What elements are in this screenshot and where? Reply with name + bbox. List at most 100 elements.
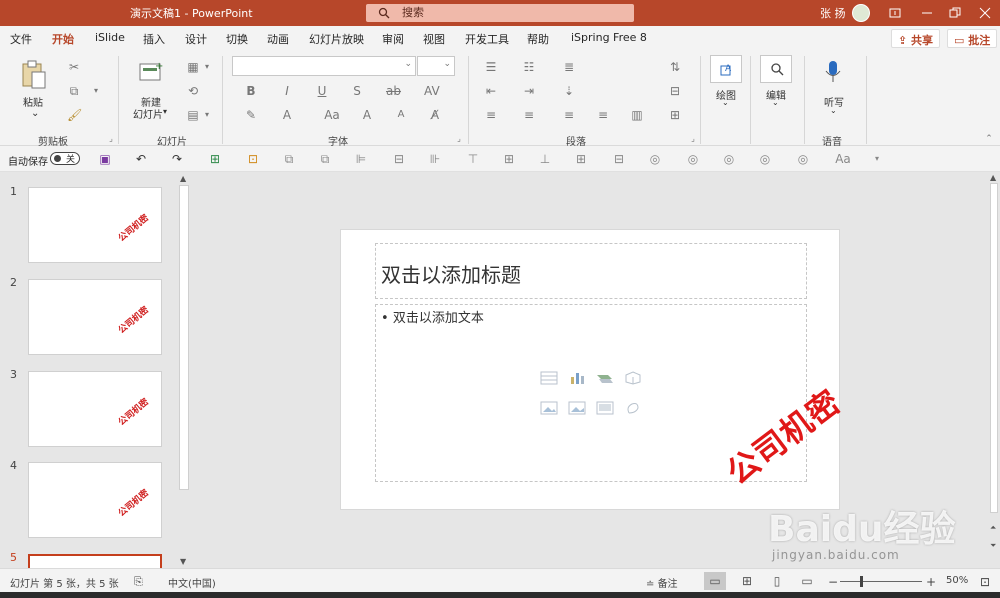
italic-icon[interactable]: I <box>280 84 294 98</box>
close-icon[interactable] <box>976 4 994 22</box>
insert-online-picture-icon[interactable] <box>568 401 586 415</box>
align-text-icon[interactable]: ⊟ <box>668 84 682 98</box>
subtract-icon[interactable]: ◎ <box>796 152 810 166</box>
new-slide-dropdown-icon[interactable]: ▾ <box>163 107 167 116</box>
insert-3d-model-icon[interactable] <box>624 371 642 385</box>
insert-chart-icon[interactable] <box>568 371 586 385</box>
fragment-icon[interactable]: ◎ <box>722 152 736 166</box>
layout-icon[interactable]: ▦ <box>186 60 200 74</box>
title-placeholder[interactable]: 双击以添加标题 <box>375 243 807 299</box>
undo-icon[interactable]: ↶ <box>134 152 148 166</box>
copy-icon[interactable]: ⧉ <box>67 84 81 98</box>
autosave-toggle[interactable]: 关 <box>50 152 80 165</box>
distribute-icon[interactable]: ▥ <box>630 108 644 122</box>
scroll-up-icon[interactable]: ▲ <box>180 174 186 183</box>
insert-table-icon[interactable] <box>540 371 558 385</box>
zoom-slider[interactable] <box>840 576 922 587</box>
cut-icon[interactable]: ✂ <box>67 60 81 74</box>
distribute-h-icon[interactable]: ⊞ <box>574 152 588 166</box>
reset-icon[interactable]: ⟲ <box>186 84 200 98</box>
insert-smartart-icon[interactable] <box>596 371 614 385</box>
tab-insert[interactable]: 插入 <box>143 31 165 47</box>
new-slide-icon[interactable]: + <box>138 60 164 84</box>
font-color-icon[interactable]: A <box>280 108 294 122</box>
tab-developer[interactable]: 开发工具 <box>465 31 509 47</box>
union-icon[interactable]: ◎ <box>648 152 662 166</box>
numbering-icon[interactable]: ☷ <box>522 60 536 74</box>
tab-file[interactable]: 文件 <box>10 31 32 47</box>
slideshow-icon[interactable]: ▭ <box>796 572 818 590</box>
font-size-combo[interactable]: ⌄ <box>417 56 455 76</box>
bullets-icon[interactable]: ☰ <box>484 60 498 74</box>
save-icon[interactable]: ▣ <box>98 152 112 166</box>
paste-label[interactable]: 粘贴 <box>23 94 43 109</box>
redo-icon[interactable]: ↷ <box>170 152 184 166</box>
dictate-dropdown-icon[interactable]: ⌄ <box>830 106 837 115</box>
zoom-level[interactable]: 50% <box>946 575 968 586</box>
align-left-icon[interactable]: ≡ <box>484 108 498 122</box>
layout-dropdown-icon[interactable]: ▾ <box>200 60 214 74</box>
canvas-scrollbar[interactable]: ▲ ⏶ ⏷ <box>988 173 1000 568</box>
ribbon-display-icon[interactable] <box>886 4 904 22</box>
slide-thumbnail-1[interactable]: 公司机密 <box>28 187 162 263</box>
section-dropdown-icon[interactable]: ▾ <box>200 108 214 122</box>
format-painter-icon[interactable]: 🖌 <box>67 108 82 122</box>
minimize-icon[interactable] <box>918 4 936 22</box>
normal-view-icon[interactable]: ▭ <box>704 572 726 590</box>
justify-icon[interactable]: ≡ <box>596 108 610 122</box>
paragraph-launcher-icon[interactable]: ⌟ <box>686 132 700 146</box>
align-center-obj-icon[interactable]: ⊟ <box>392 152 406 166</box>
new-slide-label-2[interactable]: 幻灯片 <box>133 106 163 121</box>
from-start-icon[interactable]: ⊞ <box>208 152 222 166</box>
thumbnails-scrollbar[interactable]: ▲ ▼ <box>177 173 191 568</box>
align-top-icon[interactable]: ⊤ <box>466 152 480 166</box>
collapse-ribbon-icon[interactable]: ⌃ <box>982 132 996 146</box>
zoom-out-icon[interactable]: − <box>828 575 838 589</box>
underline-icon[interactable]: U <box>315 84 329 98</box>
tab-slideshow[interactable]: 幻灯片放映 <box>309 31 364 47</box>
select-icon[interactable]: ⊡ <box>246 152 260 166</box>
tab-ispring[interactable]: iSpring Free 8 <box>571 31 647 44</box>
section-icon[interactable]: ▤ <box>186 108 200 122</box>
clear-format-icon[interactable]: A̸ <box>428 108 442 122</box>
chevron-down-icon[interactable]: ⌄ <box>443 59 451 69</box>
previous-slide-icon[interactable]: ⏶ <box>990 523 996 533</box>
align-middle-icon[interactable]: ⊞ <box>502 152 516 166</box>
tab-islide[interactable]: iSlide <box>95 31 125 44</box>
content-placeholder[interactable]: • 双击以添加文本 公司机密 <box>375 304 848 492</box>
slide-thumbnail-2[interactable]: 公司机密 <box>28 279 162 355</box>
language-status[interactable]: 中文(中国) <box>168 575 216 590</box>
slide-thumbnail-4[interactable]: 公司机密 <box>28 462 162 538</box>
scroll-down-icon[interactable]: ▼ <box>180 557 186 566</box>
scroll-thumb[interactable] <box>990 183 998 513</box>
chevron-down-icon[interactable]: ⌄ <box>404 59 412 69</box>
strikethrough-icon[interactable]: ab <box>386 84 401 98</box>
char-spacing-icon[interactable]: AV <box>424 84 440 98</box>
zoom-in-icon[interactable]: + <box>926 575 936 589</box>
smartart-icon[interactable]: ⊞ <box>668 108 682 122</box>
align-center-icon[interactable]: ≡ <box>522 108 536 122</box>
scroll-thumb[interactable] <box>179 185 189 490</box>
slide-sorter-icon[interactable]: ⊞ <box>736 572 758 590</box>
clipboard-launcher-icon[interactable]: ⌟ <box>104 132 118 146</box>
paste-icon[interactable] <box>20 60 48 90</box>
tab-review[interactable]: 审阅 <box>382 31 404 47</box>
align-bottom-icon[interactable]: ⊥ <box>538 152 552 166</box>
align-right-obj-icon[interactable]: ⊪ <box>428 152 442 166</box>
notes-button[interactable]: ≐ 备注 <box>646 575 678 590</box>
copy-dropdown-icon[interactable]: ▾ <box>89 84 103 98</box>
combine-icon[interactable]: ◎ <box>686 152 700 166</box>
highlight-icon[interactable]: ✎ <box>244 108 258 122</box>
intersect-icon[interactable]: ◎ <box>758 152 772 166</box>
tab-view[interactable]: 视图 <box>423 31 445 47</box>
distribute-v-icon[interactable]: ⊟ <box>612 152 626 166</box>
edit-button[interactable] <box>760 55 792 83</box>
align-left-obj-icon[interactable]: ⊫ <box>354 152 368 166</box>
restore-icon[interactable] <box>946 4 964 22</box>
send-backward-icon[interactable]: ⧉ <box>318 152 332 166</box>
bold-icon[interactable]: B <box>244 84 258 98</box>
insert-icons-icon[interactable] <box>624 401 642 415</box>
change-case-qat-icon[interactable]: Aa <box>832 152 854 166</box>
decrease-indent-icon[interactable]: ⇤ <box>484 84 498 98</box>
align-right-icon[interactable]: ≡ <box>562 108 576 122</box>
